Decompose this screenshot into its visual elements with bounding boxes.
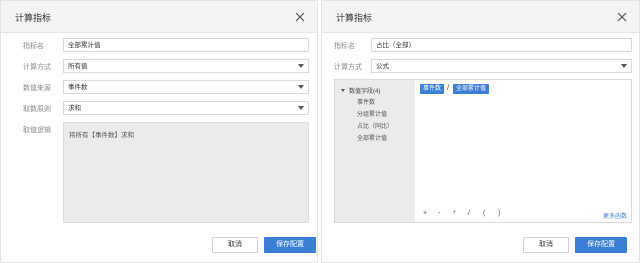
rule-label: 取数原则 — [23, 106, 51, 113]
close-icon[interactable] — [615, 10, 629, 24]
more-functions-link[interactable]: 更多函数 — [603, 211, 627, 220]
method-label: 计算方式 — [334, 64, 362, 71]
logic-label: 取值逻辑 — [23, 127, 51, 134]
formula-token-total-cumulative[interactable]: 全部累计值 — [453, 84, 490, 94]
method-select-value: 公式 — [376, 63, 389, 70]
cancel-button[interactable]: 取消 — [523, 237, 569, 253]
op-minus-button[interactable]: - — [438, 210, 440, 217]
logic-text: 将所有【事件数】求和 — [69, 132, 134, 139]
logic-text-area: 将所有【事件数】求和 — [63, 122, 309, 223]
rule-select-value: 求和 — [68, 105, 81, 112]
op-plus-button[interactable]: + — [423, 210, 427, 217]
source-select[interactable]: 事件数 — [63, 80, 309, 94]
formula-input-area[interactable]: 事件数 / 全部累计值 — [416, 80, 631, 208]
chevron-down-icon — [298, 85, 304, 89]
caret-down-icon — [341, 89, 345, 92]
formula-token-event-count[interactable]: 事件数 — [420, 84, 445, 94]
operator-bar: + - * / ( ) 更多函数 — [416, 208, 631, 222]
name-field[interactable]: 全部累计值 — [63, 38, 309, 52]
dialog-title: 计算指标 — [336, 13, 373, 23]
chevron-down-icon — [298, 106, 304, 110]
rule-select[interactable]: 求和 — [63, 101, 309, 115]
field-tree-panel: 数值字段(4) 事件数 分组累计值 占比（同比） 全部累计值 — [335, 80, 415, 222]
method-select[interactable]: 所有值 — [63, 59, 309, 73]
save-config-button[interactable]: 保存配置 — [264, 237, 316, 253]
name-label: 指标名 — [23, 43, 44, 50]
chevron-down-icon — [298, 64, 304, 68]
method-select[interactable]: 公式 — [371, 59, 632, 73]
method-select-value: 所有值 — [68, 63, 88, 70]
op-open-paren-button[interactable]: ( — [483, 210, 485, 217]
op-divide-button[interactable]: / — [468, 210, 470, 217]
tree-item-total-cumulative[interactable]: 全部累计值 — [357, 133, 387, 142]
tree-item-event-count[interactable]: 事件数 — [357, 97, 375, 106]
save-config-button[interactable]: 保存配置 — [575, 237, 627, 253]
source-label: 数值来源 — [23, 85, 51, 92]
chevron-down-icon — [621, 64, 627, 68]
dialog-title: 计算指标 — [15, 13, 52, 23]
name-field-value: 全部累计值 — [68, 42, 101, 49]
method-label: 计算方式 — [23, 64, 51, 71]
cancel-button[interactable]: 取消 — [212, 237, 258, 253]
tree-root-numeric-fields[interactable]: 数值字段(4) — [341, 86, 380, 95]
name-field-value: 占比（全部） — [376, 42, 415, 49]
formula-operator: / — [447, 85, 449, 92]
dialog-header: 计算指标 — [322, 1, 639, 33]
calc-metric-dialog-left: 计算指标 指标名 全部累计值 计算方式 所有值 数值来源 事件数 取数原则 求和… — [0, 0, 318, 263]
formula-editor: 数值字段(4) 事件数 分组累计值 占比（同比） 全部累计值 事件数 / 全部累… — [334, 79, 632, 223]
tree-root-label: 数值字段(4) — [349, 89, 381, 95]
name-label: 指标名 — [334, 43, 355, 50]
calc-metric-dialog-right: 计算指标 指标名 占比（全部） 计算方式 公式 数值字段(4) 事件数 分组累计… — [321, 0, 640, 263]
dialog-header: 计算指标 — [1, 1, 317, 33]
close-icon[interactable] — [293, 10, 307, 24]
source-select-value: 事件数 — [68, 84, 88, 91]
op-close-paren-button[interactable]: ) — [498, 210, 500, 217]
name-field[interactable]: 占比（全部） — [371, 38, 632, 52]
op-multiply-button[interactable]: * — [453, 210, 456, 217]
tree-item-ratio-yoy[interactable]: 占比（同比） — [357, 121, 393, 130]
tree-item-group-cumulative[interactable]: 分组累计值 — [357, 109, 387, 118]
